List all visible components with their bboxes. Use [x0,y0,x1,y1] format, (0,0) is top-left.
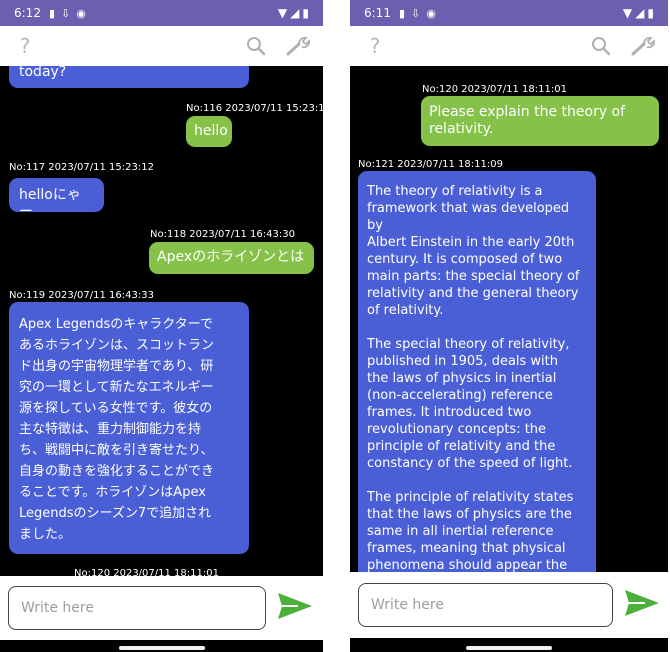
search-icon[interactable] [241,31,271,61]
status-bar: 6:12 ▮ ⇩ ◉ ▼ ◢ ▮ [0,0,323,26]
chat-bubble-user: hello [186,116,232,147]
wifi-icon: ▼ [622,6,633,20]
wrench-icon[interactable] [283,31,313,61]
chat-list[interactable]: today? No:116 2023/07/11 15:23:11 hello … [0,66,323,576]
message-meta: No:120 2023/07/11 18:11:01 [422,84,567,95]
status-time: 6:11 [364,6,391,20]
download-icon: ⇩ [61,6,71,20]
left-phone-screen: 6:12 ▮ ⇩ ◉ ▼ ◢ ▮ ? today? No:116 2023/07… [0,0,323,652]
input-bar: Write here [350,572,668,638]
app-bar: ? [350,26,668,66]
chat-bubble-bot: Apex Legendsのキャラクターで あるホライゾンは、スコットラン ド出身… [9,302,249,554]
app-bar: ? [0,26,323,66]
chat-bubble-user: Apexのホライゾンとは [149,242,314,274]
chat-bubble-bot: helloにゃー [9,178,104,220]
battery-icon: ▮ [302,6,309,20]
sim-icon: ▮ [48,6,56,20]
send-icon[interactable] [623,588,661,622]
download-icon: ⇩ [411,6,421,20]
right-phone-screen: 6:11 ▮ ⇩ ◉ ▼ ◢ ▮ ? No:120 2023/07/11 18:… [350,0,668,652]
search-icon[interactable] [586,31,616,61]
home-indicator[interactable] [466,646,552,650]
status-bar: 6:11 ▮ ⇩ ◉ ▼ ◢ ▮ [350,0,668,26]
navigation-bar [350,640,668,652]
status-time: 6:12 [14,6,41,20]
chat-bubble-bot: today? [9,66,249,88]
message-input[interactable]: Write here [358,583,613,627]
message-input[interactable]: Write here [8,586,266,630]
battery-icon: ▮ [647,6,654,20]
chat-bubble-bot: The theory of relativity is a framework … [358,171,596,572]
message-meta: No:121 2023/07/11 18:11:09 [358,159,503,170]
message-meta: No:119 2023/07/11 16:43:33 [9,290,154,301]
message-meta: No:120 2023/07/11 18:11:01 [74,568,219,576]
help-icon[interactable]: ? [360,31,390,61]
message-meta: No:116 2023/07/11 15:23:11 [186,103,323,114]
signal-icon: ◢ [635,6,645,20]
sim-icon: ▮ [398,6,406,20]
wrench-icon[interactable] [628,31,658,61]
chat-bubble-user: Please explain the theory of relativity. [421,96,659,146]
help-icon[interactable]: ? [10,31,40,61]
chat-list[interactable]: No:120 2023/07/11 18:11:01 Please explai… [350,66,668,572]
sync-icon: ◉ [76,6,86,20]
signal-icon: ◢ [290,6,300,20]
message-meta: No:117 2023/07/11 15:23:12 [9,162,154,173]
message-meta: No:118 2023/07/11 16:43:30 [150,229,295,240]
home-indicator[interactable] [118,646,205,650]
sync-icon: ◉ [426,6,436,20]
wifi-icon: ▼ [277,6,288,20]
send-icon[interactable] [276,591,314,625]
navigation-bar [0,640,323,652]
input-bar: Write here [0,576,323,640]
